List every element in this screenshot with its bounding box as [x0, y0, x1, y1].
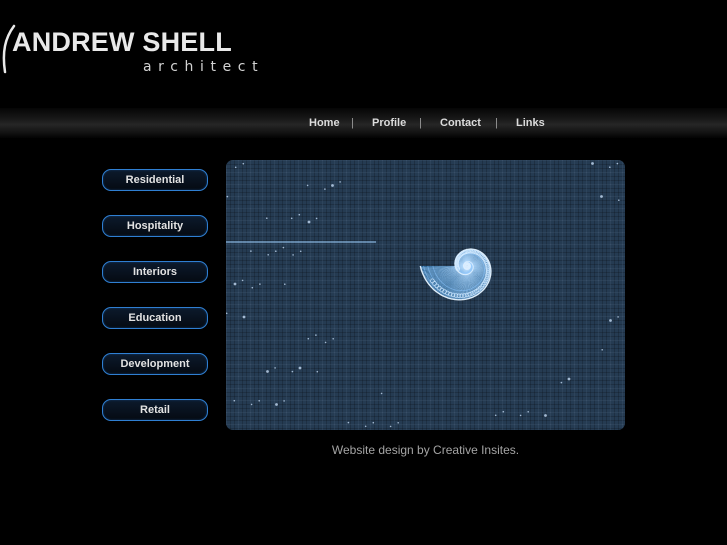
- nav-home-link[interactable]: Home: [309, 117, 340, 129]
- sidebar-item-hospitality[interactable]: Hospitality: [102, 215, 208, 237]
- sidebar-item-residential[interactable]: Residential: [102, 169, 208, 191]
- hero-image: [226, 160, 625, 430]
- sidebar-item-interiors[interactable]: Interiors: [102, 261, 208, 283]
- brand-subtitle: architect: [143, 59, 265, 75]
- nav-separator: |: [495, 117, 498, 129]
- nav-separator: |: [419, 117, 422, 129]
- footer-credit[interactable]: Website design by Creative Insites.: [226, 443, 625, 457]
- sidebar-item-development[interactable]: Development: [102, 353, 208, 375]
- nav-profile-link[interactable]: Profile: [372, 117, 406, 129]
- sidebar-item-retail[interactable]: Retail: [102, 399, 208, 421]
- sidebar-item-education[interactable]: Education: [102, 307, 208, 329]
- top-navigation: Home | Profile | Contact | Links: [0, 108, 727, 138]
- nav-links-link[interactable]: Links: [516, 117, 545, 129]
- site-logo[interactable]: ANDREW SHELL architect: [0, 22, 290, 82]
- nav-separator: |: [351, 117, 354, 129]
- nautilus-spiral-icon: [226, 160, 620, 428]
- brand-name: ANDREW SHELL: [12, 27, 232, 57]
- nav-contact-link[interactable]: Contact: [440, 117, 481, 129]
